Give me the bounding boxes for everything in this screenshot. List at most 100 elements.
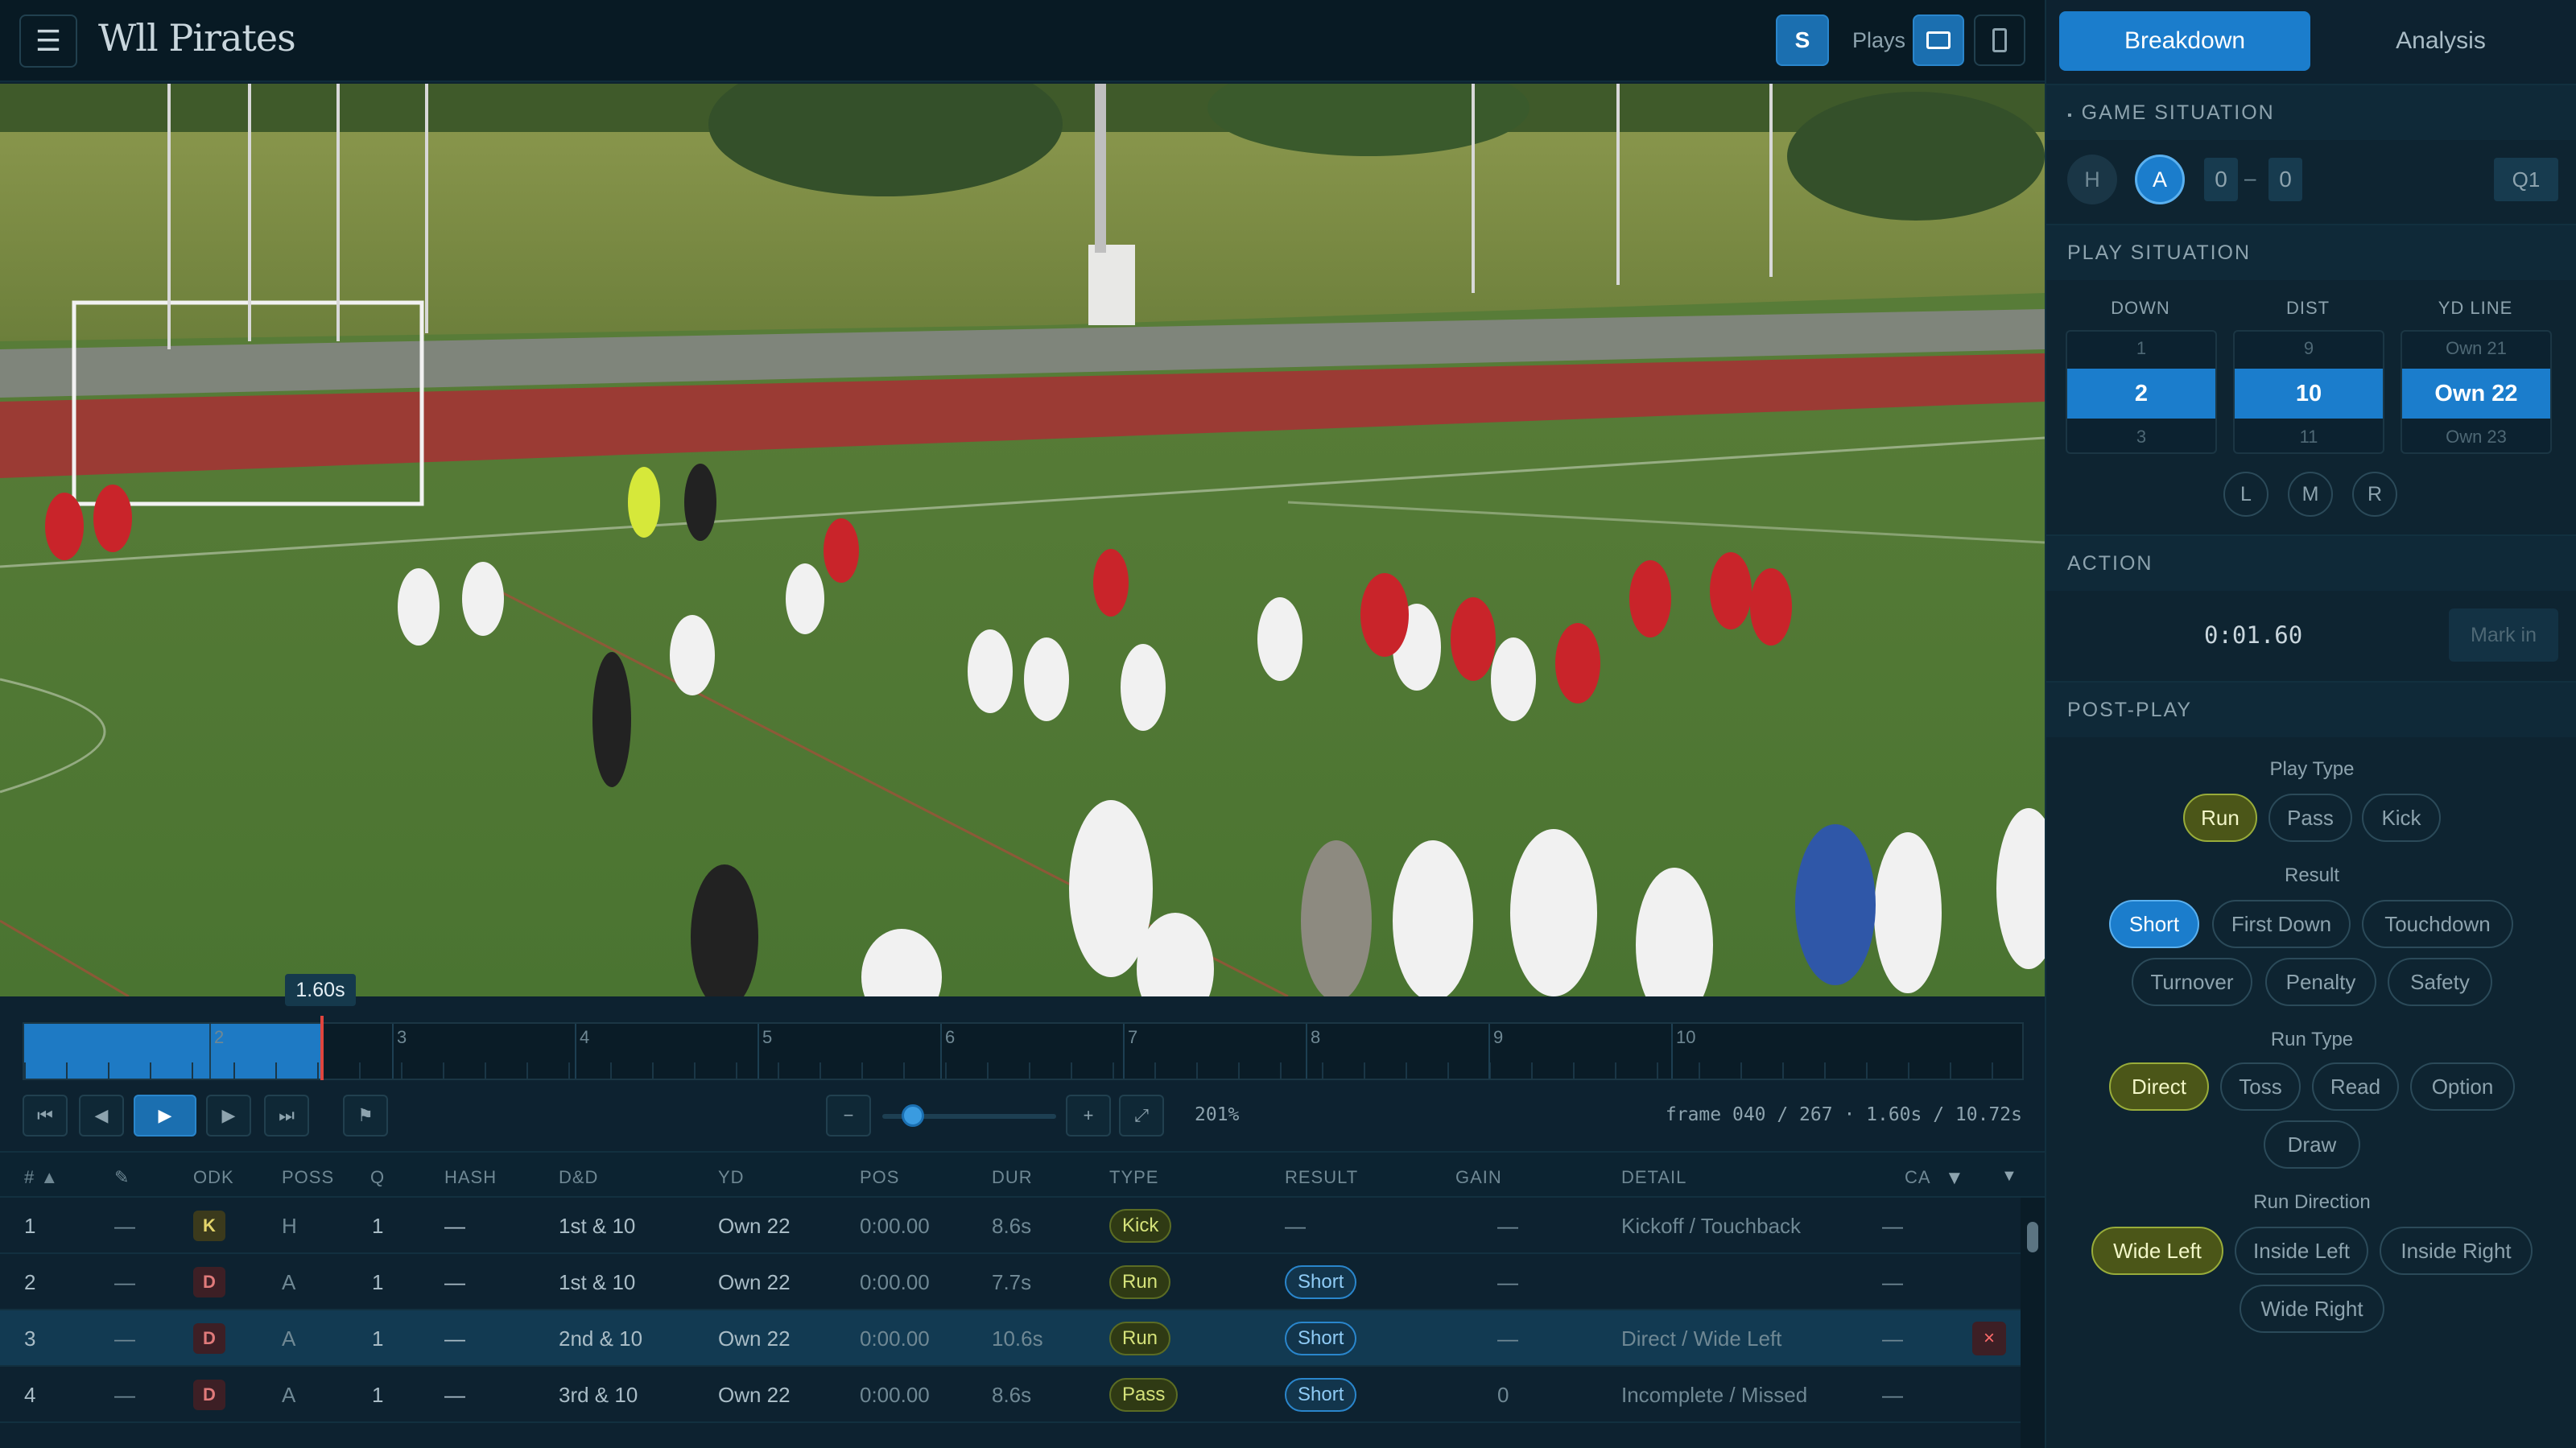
- video-player[interactable]: [0, 84, 2045, 996]
- filter-icon[interactable]: ▼: [1945, 1167, 1965, 1190]
- table-row-partial[interactable]: [0, 1423, 2021, 1448]
- layout-tall-button[interactable]: [1974, 14, 2025, 66]
- run-type-read[interactable]: Read: [2312, 1062, 2399, 1111]
- header-dd[interactable]: D&D: [559, 1167, 598, 1188]
- play-type-pass[interactable]: Pass: [2268, 794, 2352, 842]
- yd-line-value[interactable]: Own 22: [2402, 369, 2550, 419]
- mark-in-button[interactable]: Mark in: [2449, 608, 2558, 662]
- game-situation-header[interactable]: ▪ GAME SITUATION: [2046, 84, 2576, 140]
- away-button[interactable]: A: [2135, 155, 2185, 204]
- skip-start-button[interactable]: ⏮: [23, 1095, 68, 1137]
- layout-wide-icon: [1926, 31, 1951, 49]
- result-penalty[interactable]: Penalty: [2265, 958, 2376, 1006]
- menu-button[interactable]: ☰: [19, 14, 77, 68]
- header-yd[interactable]: YD: [718, 1167, 745, 1188]
- action-time: 0:01.60: [2204, 621, 2303, 649]
- score-home[interactable]: 0: [2204, 158, 2238, 201]
- zoom-in-button[interactable]: +: [1066, 1095, 1111, 1137]
- timeline-minor-tick: [1071, 1062, 1072, 1079]
- header-num[interactable]: # ▲: [24, 1167, 59, 1188]
- cell-dd: 2nd & 10: [559, 1326, 643, 1351]
- play-button[interactable]: ▶: [134, 1095, 196, 1137]
- dist-next[interactable]: 11: [2235, 427, 2383, 448]
- run-dir-inside-left[interactable]: Inside Left: [2235, 1227, 2368, 1275]
- layout-wide-button[interactable]: [1913, 14, 1964, 66]
- run-type-draw[interactable]: Draw: [2264, 1120, 2360, 1169]
- hash-right-button[interactable]: R: [2352, 472, 2397, 517]
- current-time-badge: 1.60s: [285, 974, 356, 1006]
- table-row-selected[interactable]: 3 — D A 1 — 2nd & 10 Own 22 0:00.00 10.6…: [0, 1310, 2021, 1367]
- header-type[interactable]: TYPE: [1109, 1167, 1158, 1188]
- header-hash[interactable]: HASH: [444, 1167, 497, 1188]
- next-frame-button[interactable]: ▶: [206, 1095, 251, 1137]
- hash-middle-button[interactable]: M: [2288, 472, 2333, 517]
- tab-breakdown[interactable]: Breakdown: [2059, 11, 2310, 71]
- down-picker[interactable]: 1 2 3: [2066, 330, 2217, 454]
- timeline[interactable]: 2 3 4 5 6 7 8 9 10: [0, 996, 2045, 1082]
- timeline-minor-tick: [1364, 1062, 1365, 1079]
- table-row[interactable]: 2 — D A 1 — 1st & 10 Own 22 0:00.00 7.7s…: [0, 1254, 2021, 1310]
- run-dir-wide-right[interactable]: Wide Right: [2240, 1285, 2384, 1333]
- tab-analysis[interactable]: Analysis: [2315, 11, 2566, 71]
- minus-icon: −: [843, 1105, 854, 1125]
- delete-row-button[interactable]: ×: [1972, 1322, 2006, 1355]
- prev-frame-button[interactable]: ◀: [79, 1095, 124, 1137]
- home-button[interactable]: H: [2067, 155, 2117, 204]
- play-type-kick[interactable]: Kick: [2362, 794, 2441, 842]
- dist-value[interactable]: 10: [2235, 369, 2383, 419]
- flag-icon: ⚑: [357, 1105, 374, 1125]
- play-type-run[interactable]: Run: [2183, 794, 2257, 842]
- table-scrollbar[interactable]: [2021, 1198, 2045, 1448]
- playhead[interactable]: [320, 1016, 324, 1082]
- yd-line-prev[interactable]: Own 21: [2402, 338, 2550, 359]
- result-touchdown[interactable]: Touchdown: [2362, 900, 2513, 948]
- result-safety[interactable]: Safety: [2388, 958, 2492, 1006]
- hash-left-button[interactable]: L: [2223, 472, 2268, 517]
- run-type-option[interactable]: Option: [2410, 1062, 2515, 1111]
- run-dir-wide-left[interactable]: Wide Left: [2091, 1227, 2223, 1275]
- down-value[interactable]: 2: [2067, 369, 2215, 419]
- cell-ca: —: [1882, 1270, 1903, 1294]
- zoom-out-button[interactable]: −: [826, 1095, 871, 1137]
- header-odk[interactable]: ODK: [193, 1167, 234, 1188]
- timeline-tick-label: 6: [945, 1027, 956, 1047]
- run-dir-inside-right[interactable]: Inside Right: [2380, 1227, 2533, 1275]
- header-dur[interactable]: DUR: [992, 1167, 1033, 1188]
- timeline-major-tick: [392, 1024, 394, 1079]
- scroll-thumb[interactable]: [2027, 1222, 2038, 1252]
- skip-end-button[interactable]: ⏭: [264, 1095, 309, 1137]
- header-ca[interactable]: CA: [1905, 1167, 1931, 1188]
- header-pos[interactable]: POS: [860, 1167, 899, 1188]
- score-away[interactable]: 0: [2268, 158, 2302, 201]
- timeline-track[interactable]: 2 3 4 5 6 7 8 9 10: [23, 1016, 2024, 1082]
- cell-q: 1: [372, 1270, 384, 1294]
- table-row[interactable]: 1 — K H 1 — 1st & 10 Own 22 0:00.00 8.6s…: [0, 1198, 2021, 1254]
- column-menu-icon[interactable]: ▼: [2001, 1167, 2018, 1186]
- cell-dur: 8.6s: [992, 1214, 1032, 1238]
- run-type-direct[interactable]: Direct: [2109, 1062, 2209, 1111]
- down-next[interactable]: 3: [2067, 427, 2215, 448]
- result-first-down[interactable]: First Down: [2212, 900, 2351, 948]
- dist-picker[interactable]: 9 10 11: [2233, 330, 2384, 454]
- header-detail[interactable]: DETAIL: [1621, 1167, 1686, 1188]
- yd-line-picker[interactable]: Own 21 Own 22 Own 23: [2401, 330, 2552, 454]
- play-type-label: Play Type: [2269, 758, 2355, 780]
- timeline-minor-tick: [1406, 1062, 1407, 1079]
- flag-button[interactable]: ⚑: [343, 1095, 388, 1137]
- s-button[interactable]: S: [1776, 14, 1829, 66]
- run-type-toss[interactable]: Toss: [2220, 1062, 2301, 1111]
- down-prev[interactable]: 1: [2067, 338, 2215, 359]
- quarter-button[interactable]: Q1: [2494, 158, 2558, 201]
- header-gain[interactable]: GAIN: [1455, 1167, 1502, 1188]
- dist-prev[interactable]: 9: [2235, 338, 2383, 359]
- zoom-slider-knob[interactable]: [902, 1104, 924, 1127]
- result-short[interactable]: Short: [2109, 900, 2199, 948]
- yd-line-next[interactable]: Own 23: [2402, 427, 2550, 448]
- header-poss[interactable]: POSS: [282, 1167, 334, 1188]
- header-q[interactable]: Q: [370, 1167, 385, 1188]
- result-turnover[interactable]: Turnover: [2132, 958, 2252, 1006]
- expand-button[interactable]: ⤢: [1119, 1095, 1164, 1137]
- table-row[interactable]: 4 — D A 1 — 3rd & 10 Own 22 0:00.00 8.6s…: [0, 1367, 2021, 1423]
- cell-hash: —: [444, 1214, 465, 1238]
- header-result[interactable]: RESULT: [1285, 1167, 1358, 1188]
